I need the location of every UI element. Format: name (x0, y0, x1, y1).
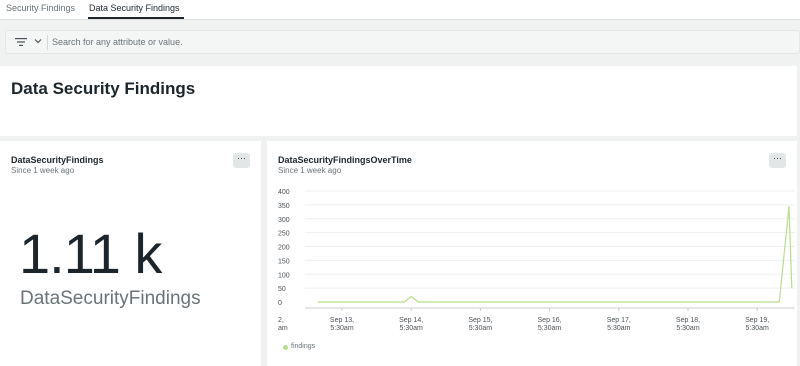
active-tab-indicator (88, 17, 184, 19)
x-tick-label: Sep 19, (745, 317, 769, 324)
x-tick-label: 2, (278, 317, 284, 324)
page-title: Data Security Findings (11, 79, 196, 98)
y-tick-label: 100 (278, 272, 290, 279)
filter-icon[interactable] (15, 37, 27, 47)
y-tick-label: 0 (278, 300, 282, 307)
y-tick-label: 150 (278, 258, 290, 265)
x-tick-label: Sep 16, (538, 317, 562, 324)
x-tick-label: 5:30am (469, 325, 493, 332)
widget-subtitle: Since 1 week ago (11, 166, 75, 175)
tab-bar: Security Findings Data Security Findings (0, 0, 800, 20)
x-tick-label: Sep 15, (468, 317, 492, 324)
filter-bar (5, 30, 800, 54)
x-tick-label: Sep 18, (676, 317, 700, 324)
tab-security-findings[interactable]: Security Findings (6, 3, 75, 13)
tab-data-security-findings[interactable]: Data Security Findings (89, 3, 180, 13)
x-tick-label: 5:30am (538, 325, 562, 332)
billboard-label: DataSecurityFindings (20, 288, 201, 309)
widget-title: DataSecurityFindings (11, 155, 104, 165)
x-tick-label: 5:30am (746, 325, 770, 332)
y-tick-label: 350 (278, 203, 290, 210)
x-tick-label: Sep 14, (399, 317, 423, 324)
legend-swatch (283, 345, 288, 350)
title-panel: Data Security Findings (0, 66, 797, 136)
y-tick-label: 200 (278, 245, 290, 252)
x-tick-label: 5:30am (676, 325, 700, 332)
x-tick-label: Sep 17, (607, 317, 631, 324)
y-tick-label: 250 (278, 231, 290, 238)
x-tick-label: 5:30am (330, 325, 354, 332)
chevron-down-icon[interactable] (34, 38, 42, 44)
y-tick-label: 300 (278, 217, 290, 224)
line-chart: 0501001502002503003504002,amSep 13,5:30a… (278, 189, 795, 332)
widget-menu-button[interactable]: ··· (233, 153, 250, 168)
search-input[interactable] (52, 33, 752, 51)
x-tick-label: am (278, 325, 288, 332)
y-tick-label: 400 (278, 189, 290, 196)
filter-divider (47, 35, 48, 50)
x-tick-label: 5:30am (400, 325, 424, 332)
y-tick-label: 50 (278, 286, 286, 293)
x-tick-label: Sep 13, (330, 317, 354, 324)
billboard-value: 1.11 k (19, 222, 162, 285)
legend-label[interactable]: findings (291, 343, 315, 350)
x-tick-label: 5:30am (607, 325, 631, 332)
timeseries-widget: DataSecurityFindingsOverTime Since 1 wee… (267, 141, 797, 366)
billboard-widget: DataSecurityFindings Since 1 week ago ··… (0, 141, 261, 366)
